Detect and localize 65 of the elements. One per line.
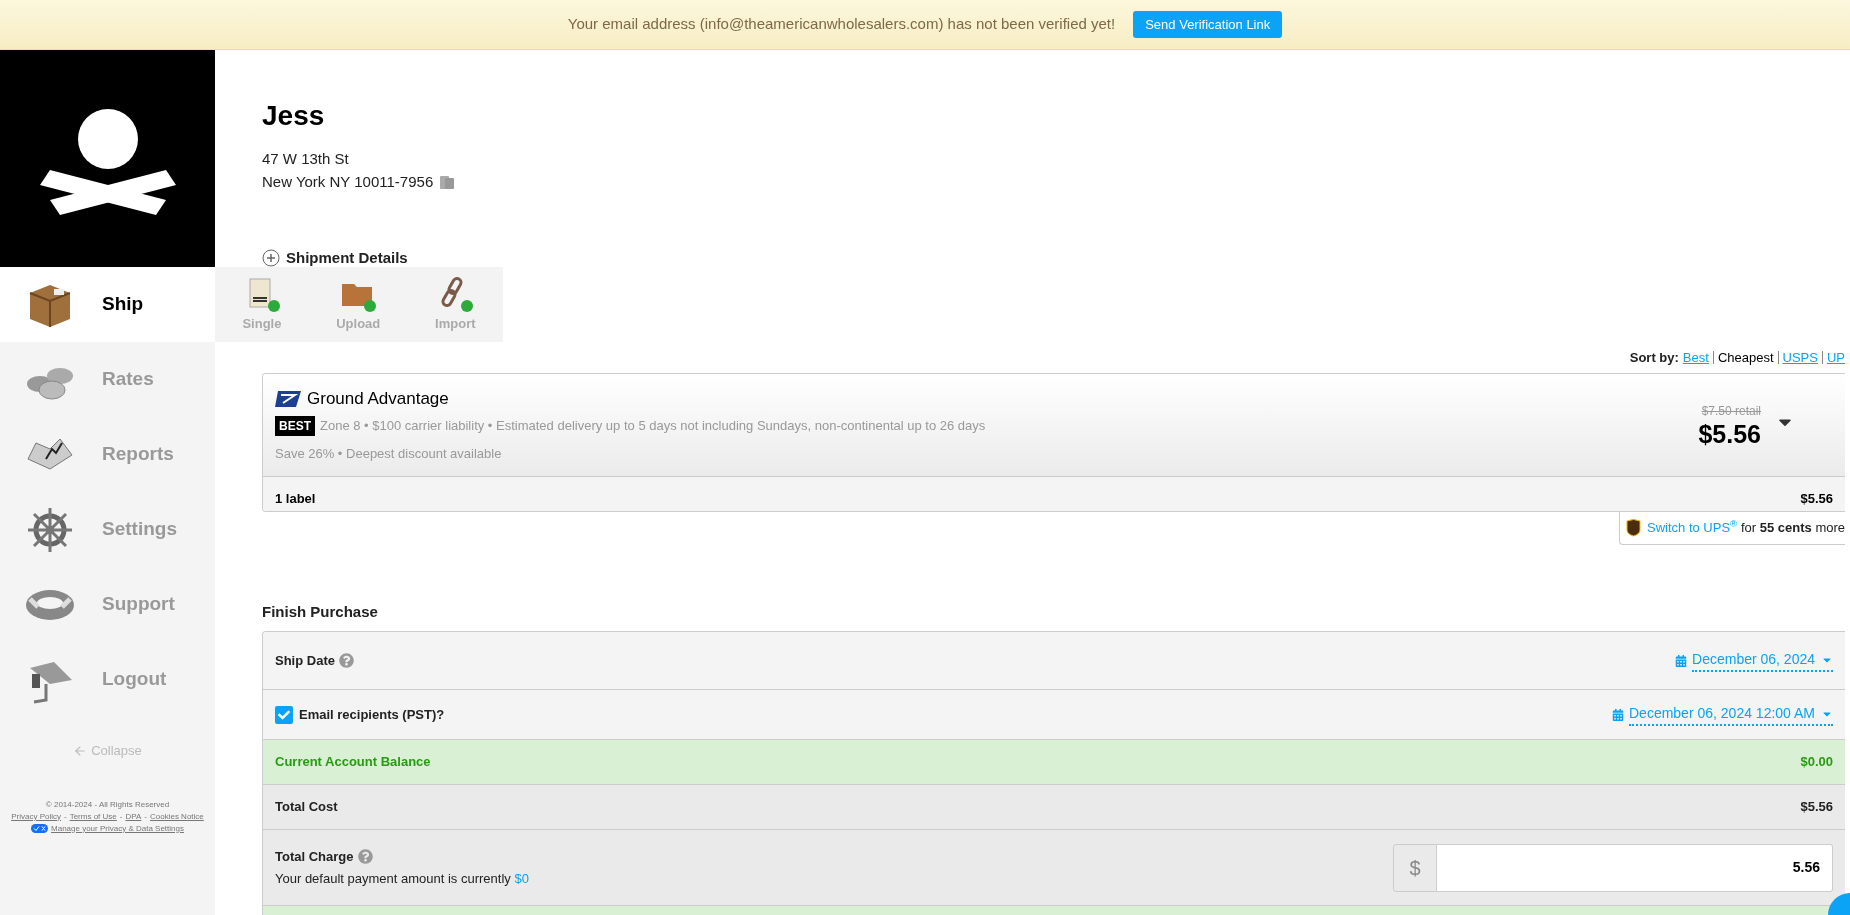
nav-item[interactable]: Rates — [0, 342, 215, 417]
copy-icon[interactable] — [439, 174, 456, 190]
footer-link[interactable]: DPA — [125, 810, 142, 823]
address-line: New York NY 10011-7956 — [262, 172, 434, 192]
nav-item[interactable]: Settings — [0, 492, 215, 567]
shipment-details-toggle[interactable]: Shipment Details — [262, 247, 408, 270]
ship-menu-item[interactable]: Import — [435, 275, 476, 334]
help-icon[interactable] — [338, 653, 354, 669]
row-value: $5.56 — [1800, 798, 1833, 817]
sort-option[interactable]: Best — [1682, 347, 1709, 367]
sort-label: Sort by: — [1629, 348, 1679, 367]
privacy-settings-link[interactable]: Manage your Privacy & Data Settings — [51, 822, 184, 835]
nav-item[interactable]: Logout — [0, 642, 215, 717]
label-total: $5.56 — [1800, 490, 1833, 509]
separator: - — [144, 810, 147, 823]
banner-message: Your email address (info@theamericanwholesalers.com) has not been verified yet! — [567, 14, 1116, 35]
row-label: Ship Date — [275, 652, 335, 670]
eagle-icon — [275, 390, 301, 407]
payment-note: Your default payment amount is currently $0 — [275, 869, 529, 888]
nav-item[interactable]: Ship — [0, 267, 215, 342]
ups-offer-text: Switch to UPS$^{®}$ for 55 cents more — [1647, 518, 1845, 537]
row-value: $0.00 — [1800, 753, 1833, 772]
row-label: Total Cost — [275, 798, 338, 817]
footer-link[interactable]: Privacy Policy — [11, 810, 61, 823]
sort-option[interactable]: UP — [1826, 347, 1845, 367]
calendar-icon — [1675, 654, 1688, 667]
retail-price: $7.50 retail — [1701, 403, 1761, 420]
currency-prefix: $ — [1393, 843, 1437, 892]
service-details: Zone 8 • $100 carrier liability • Estimated delivery up to 5 days not including Sundays, non-continental up to 26 days — [320, 416, 986, 435]
ship-menu-item[interactable]: Upload — [336, 275, 381, 334]
date-picker[interactable]: December 06, 2024 — [1675, 649, 1833, 673]
date-picker[interactable]: December 06, 2024 12:00 AM — [1612, 703, 1833, 727]
copyright: © 2014-2024 - All Rights Reserved — [45, 798, 170, 811]
row-label: Current Account Balance — [275, 753, 431, 772]
payment-amount-link[interactable]: $0 — [514, 870, 529, 886]
address-line: 47 W 13th St — [262, 149, 350, 169]
footer-link[interactable]: Terms of Use — [69, 810, 117, 823]
separator: - — [119, 810, 123, 823]
amount-input[interactable]: 5.56 — [1437, 843, 1833, 892]
section-title: Finish Purchase — [262, 601, 379, 622]
service-price: $5.56 — [1698, 420, 1761, 448]
row-label: Email recipients (PST)? — [299, 706, 445, 724]
arrow-left-icon — [73, 743, 88, 758]
footer-link[interactable]: Cookies Notice — [150, 810, 204, 823]
row-label: Total Charge — [275, 848, 354, 867]
service-name: Ground Advantage — [307, 388, 449, 410]
plus-circle-icon — [262, 249, 280, 268]
recipient-name: Jess — [262, 99, 326, 133]
calendar-icon — [1612, 708, 1624, 721]
ship-menu-item[interactable]: Single — [242, 275, 282, 334]
shield-icon — [1626, 518, 1641, 537]
best-badge: BEST — [275, 415, 315, 436]
separator: - — [64, 810, 67, 823]
nav-item[interactable]: Support — [0, 567, 215, 642]
switch-to-ups-link[interactable]: Switch to UPS$^{®}$ — [1647, 520, 1738, 535]
send-verification-button[interactable]: Send Verification Link — [1133, 11, 1283, 38]
collapse-button[interactable]: Collapse — [73, 741, 142, 761]
privacy-toggle-icon — [31, 824, 48, 833]
nav-item[interactable]: Reports — [0, 417, 215, 492]
sort-option[interactable]: Cheapest — [1717, 347, 1774, 367]
savings-text: Save 26% • Deepest discount available — [275, 444, 503, 463]
label-count: 1 label — [275, 490, 316, 509]
checkbox[interactable] — [275, 705, 293, 724]
sort-option[interactable]: USPS — [1782, 347, 1818, 367]
help-icon[interactable] — [357, 849, 373, 865]
